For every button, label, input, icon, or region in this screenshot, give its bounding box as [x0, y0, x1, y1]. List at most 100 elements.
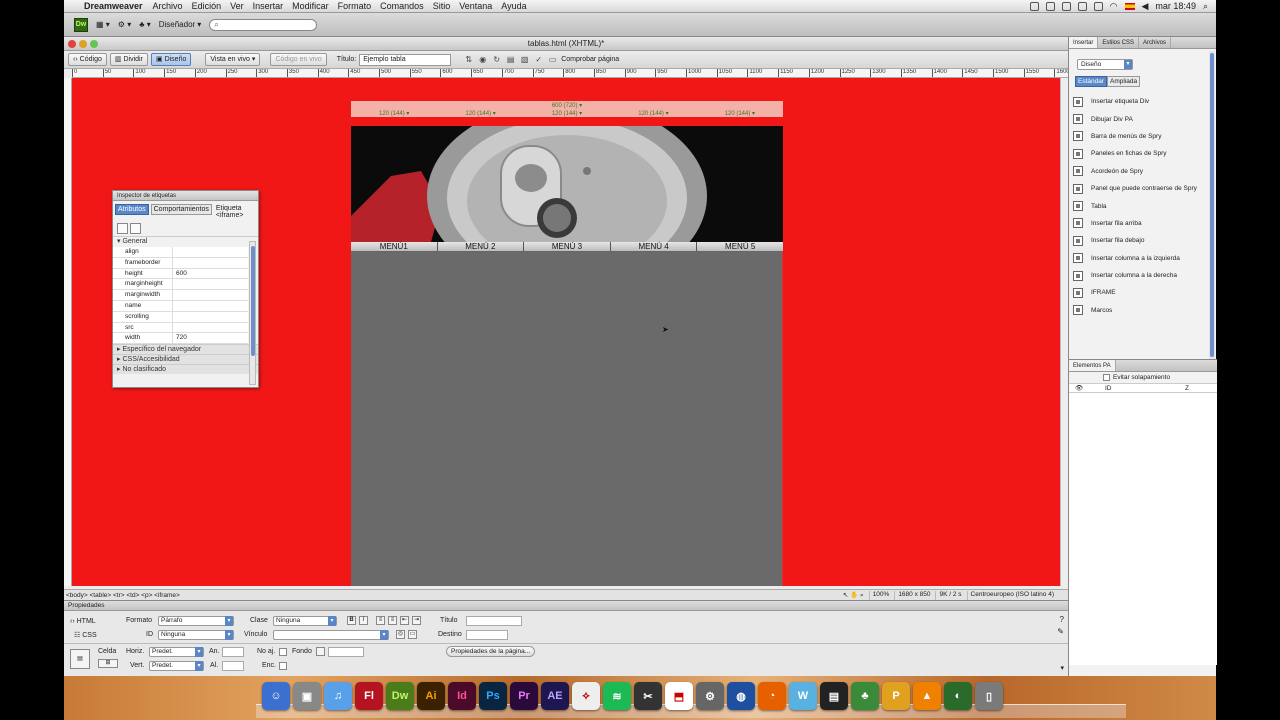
menu-insertar[interactable]: Insertar — [253, 1, 284, 11]
point-to-file-icon[interactable]: ◎ — [396, 630, 405, 639]
mode-expanded[interactable]: Ampliada — [1107, 76, 1141, 87]
fondo-input[interactable] — [328, 647, 364, 657]
attribute-value[interactable] — [173, 258, 176, 268]
help-icon[interactable]: ? — [1060, 615, 1064, 624]
illustrator-app-icon[interactable]: Ai — [417, 682, 445, 710]
col-z[interactable]: Z — [1185, 384, 1189, 392]
attribute-row[interactable]: align — [113, 247, 248, 258]
extend-menu-button[interactable]: ⚙ ▾ — [118, 20, 131, 29]
browse-folder-icon[interactable]: ▭ — [408, 630, 417, 639]
ordered-list-button[interactable]: ≡ — [388, 616, 397, 625]
table-width-label[interactable]: 600 (720) ▾ — [351, 102, 783, 109]
page-properties-button[interactable]: Propiedades de la página... — [446, 646, 536, 657]
insert-item[interactable]: Insertar columna a la izquierda — [1073, 250, 1213, 267]
itunes-icon[interactable]: ♫ — [324, 682, 352, 710]
attribute-row[interactable]: name — [113, 300, 248, 312]
menu-item-1[interactable]: MENÚ1 — [351, 242, 438, 251]
attribute-row[interactable]: height 600 — [113, 268, 248, 280]
tag-inspector-title[interactable]: Inspector de etiquetas — [113, 191, 258, 201]
column-width-label[interactable]: 120 (144) ▾ — [610, 110, 696, 117]
attribute-value[interactable] — [173, 312, 176, 322]
help-search-input[interactable]: ⌕ — [209, 18, 318, 31]
minimize-window-icon[interactable] — [79, 40, 87, 48]
column-width-label[interactable]: 120 (144) ▾ — [351, 110, 437, 117]
css-mode-button[interactable]: ☷ CSS — [74, 631, 97, 639]
italic-button[interactable]: I — [359, 616, 368, 625]
site-menu-button[interactable]: ♣ ▾ — [139, 20, 151, 29]
section-browser[interactable]: ▸ Específico del navegador — [113, 344, 258, 355]
tab-elementos-pa[interactable]: Elementos PA — [1069, 360, 1116, 371]
menu-item-4[interactable]: MENÚ 4 — [611, 242, 698, 251]
section-general[interactable]: ▾ General — [113, 237, 258, 247]
vinculo-input[interactable] — [273, 630, 389, 640]
clock[interactable]: mar 18:49 — [1155, 1, 1196, 11]
inspector-scrollbar[interactable] — [249, 241, 256, 385]
attribute-row[interactable]: frameborder — [113, 257, 248, 269]
menu-ver[interactable]: Ver — [230, 1, 244, 11]
after-effects-app-icon[interactable]: AE — [541, 682, 569, 710]
premiere-app-icon[interactable]: Pr — [510, 682, 538, 710]
scroll-thumb[interactable] — [1210, 53, 1214, 357]
insert-item[interactable]: Insertar columna a la derecha — [1073, 267, 1213, 284]
spotify-icon[interactable]: ≋ — [603, 682, 631, 710]
tab-archivos[interactable]: Archivos — [1139, 37, 1172, 48]
vlc-icon[interactable]: ▲ — [913, 682, 941, 710]
clase-select[interactable]: Ninguna — [273, 616, 337, 626]
table-width-header[interactable]: 600 (720) ▾ 120 (144) ▾ 120 (144) ▾ 120 … — [351, 101, 783, 117]
live-code-button[interactable]: Código en vivo — [270, 53, 327, 66]
insert-item[interactable]: Acordeón de Spry — [1073, 163, 1213, 180]
attribute-value[interactable] — [173, 247, 176, 257]
menu-comandos[interactable]: Comandos — [380, 1, 424, 11]
scroll-thumb[interactable] — [251, 246, 255, 356]
attribute-value[interactable] — [173, 279, 176, 289]
file-management-icon[interactable]: ⇅ — [463, 54, 474, 65]
bluetooth-icon[interactable] — [1093, 1, 1103, 11]
attribute-row[interactable]: scrolling — [113, 311, 248, 323]
validate-icon[interactable]: ✓ — [533, 54, 544, 65]
header-image[interactable] — [351, 126, 783, 242]
menu-sitio[interactable]: Sitio — [433, 1, 451, 11]
attribute-value[interactable] — [173, 301, 176, 311]
insert-item[interactable]: Panel que puede contraerse de Spry — [1073, 180, 1213, 197]
noaj-checkbox[interactable] — [279, 648, 287, 656]
menu-formato[interactable]: Formato — [338, 1, 372, 11]
document-title-input[interactable]: Ejemplo tabla — [359, 53, 452, 66]
section-css-accessibility[interactable]: ▸ CSS/Accesibilidad — [113, 354, 258, 365]
view-design-button[interactable]: ▣ Diseño — [150, 53, 192, 66]
tab-atributos[interactable]: Atributos — [115, 204, 149, 215]
attribute-value[interactable]: 720 — [173, 333, 187, 343]
select-tool-icon[interactable]: ↖ ✋ ⌕ — [840, 591, 864, 600]
flag-es-icon[interactable] — [1124, 2, 1135, 10]
menu-item-3[interactable]: MENÚ 3 — [524, 242, 611, 251]
menu-app-name[interactable]: Dreamweaver — [84, 1, 143, 11]
tab-insertar[interactable]: Insertar — [1069, 37, 1099, 48]
visual-aids-icon[interactable]: ▧ — [519, 54, 530, 65]
menu-ayuda[interactable]: Ayuda — [501, 1, 526, 11]
dreamweaver-app-icon[interactable]: Dw — [386, 682, 414, 710]
close-window-icon[interactable] — [68, 40, 76, 48]
view-options-icon[interactable]: ▤ — [505, 54, 516, 65]
pdf-reader-icon[interactable]: ⬒ — [665, 682, 693, 710]
attribute-row[interactable]: src — [113, 322, 248, 334]
insert-item[interactable]: Tabla — [1073, 197, 1213, 214]
attribute-row[interactable]: marginheight — [113, 279, 248, 291]
view-split-button[interactable]: ▥ Dividir — [109, 53, 148, 66]
live-view-button[interactable]: Vista en vivo ▾ — [205, 53, 261, 66]
column-width-label[interactable]: 120 (144) ▾ — [437, 110, 523, 117]
menu-archivo[interactable]: Archivo — [153, 1, 183, 11]
an-input[interactable] — [222, 647, 244, 657]
clapper-icon[interactable]: ▤ — [820, 682, 848, 710]
insert-item[interactable]: Insertar fila debajo — [1073, 232, 1213, 249]
indent-button[interactable]: ⇥ — [412, 616, 421, 625]
insert-category-select[interactable]: Diseño — [1077, 59, 1133, 70]
canvas-scrollbar[interactable] — [1060, 78, 1068, 586]
zoom-window-icon[interactable] — [90, 40, 98, 48]
category-view-icon[interactable] — [117, 223, 128, 234]
destino-select[interactable] — [466, 630, 508, 640]
globe-icon[interactable]: ◍ — [727, 682, 755, 710]
view-code-button[interactable]: ‹› Código — [68, 53, 107, 66]
p-app-icon[interactable]: P — [882, 682, 910, 710]
check-page-icon[interactable]: ▭ — [547, 54, 558, 65]
merge-cells-icon[interactable]: ⊞ — [98, 659, 118, 668]
search-spotlight-icon[interactable]: ⌕ — [1203, 1, 1208, 12]
